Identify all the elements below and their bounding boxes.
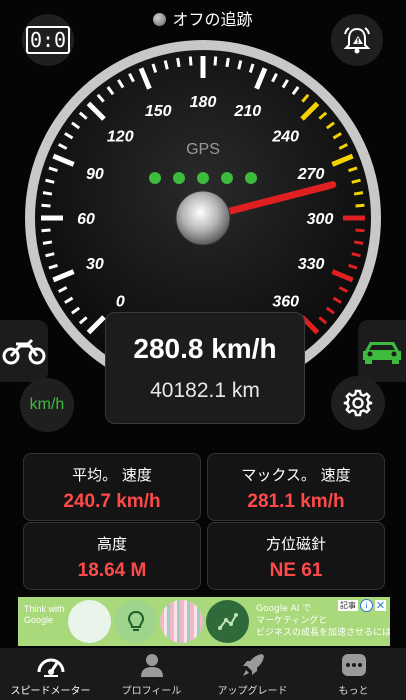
more-icon — [341, 654, 366, 676]
ad-logo: Think with Google — [24, 604, 65, 625]
gauge-tick-label: 270 — [297, 166, 325, 183]
ad-banner[interactable]: Think with Google Google AI で マーケティングと ビ… — [18, 597, 390, 646]
gauge-minor-tick — [351, 178, 361, 184]
gauge-tick-label: 300 — [307, 211, 334, 228]
speed-readout: 280.8 km/h 40182.1 km — [105, 312, 305, 424]
gauge-tick-label: 150 — [145, 103, 172, 120]
nav-profile-label: プロフィール — [121, 686, 182, 697]
gauge-minor-tick — [42, 191, 53, 196]
gauge-minor-tick — [163, 60, 169, 70]
network-icon — [217, 612, 238, 630]
car-icon — [363, 342, 401, 364]
gauge-minor-tick — [355, 203, 365, 208]
gauge-tick-label: 330 — [298, 256, 325, 273]
gauge-tick-label: 30 — [86, 256, 104, 273]
lightbulb-icon — [127, 610, 144, 631]
gauge-minor-tick — [353, 191, 364, 196]
nav-speedometer-label: スピードメーター — [10, 686, 91, 697]
gauge-tick-label: 0 — [116, 294, 125, 311]
gps-signal-dot — [245, 172, 257, 184]
gauge-minor-tick — [188, 56, 193, 66]
tracking-label: オフの追跡 — [172, 10, 253, 29]
ad-image-bulb — [114, 600, 157, 643]
gps-label: GPS — [186, 141, 220, 158]
timer-display: 0:0 — [25, 26, 71, 54]
gauge-minor-tick — [353, 240, 364, 245]
car-mode-tab[interactable] — [358, 320, 406, 382]
nav-profile[interactable]: プロフィール — [101, 648, 202, 700]
total-distance: 40182.1 km — [150, 379, 260, 402]
gps-signal-dot — [197, 172, 209, 184]
gauge-minor-tick — [213, 56, 218, 66]
gear-icon — [343, 389, 373, 417]
max-speed-card: マックス。 速度 281.1 km/h — [207, 453, 385, 521]
gauge-minor-tick — [351, 252, 361, 258]
gauge-minor-tick — [45, 178, 55, 184]
gauge-minor-tick — [355, 228, 365, 233]
gauge-tick-label: 120 — [107, 128, 134, 145]
gauge-tick-label: 210 — [233, 103, 261, 120]
bike-mode-tab[interactable] — [0, 320, 48, 382]
nav-speedometer[interactable]: スピードメーター — [0, 648, 101, 700]
gauge-minor-tick — [41, 203, 51, 208]
unit-toggle-button[interactable]: km/h — [20, 378, 74, 432]
gauge-tick-label: 180 — [190, 94, 217, 111]
gauge-minor-tick — [176, 57, 181, 68]
average-speed-value: 240.7 km/h — [63, 491, 161, 512]
gps-signal-dot — [173, 172, 185, 184]
ad-badge: 記事 i ✕ — [338, 599, 386, 612]
rocket-icon — [242, 654, 264, 676]
nav-upgrade-label: アップグレード — [217, 686, 288, 697]
speedometer-icon — [37, 658, 64, 677]
max-speed-value: 281.1 km/h — [247, 491, 345, 512]
unit-label: km/h — [29, 396, 65, 413]
gauge-minor-tick — [45, 252, 55, 258]
gauge-tick-label: 360 — [272, 294, 299, 311]
gauge-minor-tick — [237, 60, 243, 70]
gauge-tick-label: 90 — [86, 166, 104, 183]
altitude-card: 高度 18.64 M — [23, 522, 201, 590]
ad-image-chart — [206, 600, 249, 643]
nav-more[interactable]: もっと — [303, 648, 404, 700]
ad-info-icon[interactable]: i — [360, 599, 373, 612]
ad-close-icon[interactable]: ✕ — [375, 600, 386, 611]
ad-image-pencils — [160, 600, 203, 643]
gps-signal-dot — [221, 172, 233, 184]
altitude-label: 高度 — [96, 535, 127, 553]
tracking-indicator-icon — [153, 13, 167, 26]
compass-label: 方位磁針 — [265, 535, 326, 553]
nav-upgrade[interactable]: アップグレード — [202, 648, 303, 700]
gauge-tick-label: 240 — [271, 128, 299, 145]
ad-body-line1: マーケティングと — [256, 616, 328, 626]
compass-card: 方位磁針 NE 61 — [207, 522, 385, 590]
ad-badge-label: 記事 — [338, 600, 358, 611]
compass-value: NE 61 — [269, 560, 323, 581]
ad-image-binoculars — [68, 600, 111, 643]
gauge-minor-tick — [42, 240, 53, 245]
gauge-hub — [175, 190, 231, 246]
person-icon — [140, 654, 163, 677]
gauge-minor-tick — [41, 228, 51, 233]
settings-button[interactable] — [331, 376, 385, 430]
gauge-minor-tick — [225, 57, 230, 68]
gps-signal-dot — [149, 172, 161, 184]
current-speed: 280.8 km/h — [133, 333, 277, 364]
motorcycle-icon — [2, 338, 46, 365]
gauge-tick-label: 60 — [77, 211, 95, 228]
max-speed-label: マックス。 速度 — [241, 466, 351, 484]
speed-alarm-button[interactable] — [331, 14, 383, 66]
bottom-navigation: スピードメーター プロフィール アップグレード もっと — [0, 648, 406, 700]
average-speed-card: 平均。 速度 240.7 km/h — [23, 453, 201, 521]
altitude-value: 18.64 M — [77, 560, 147, 581]
timer-button[interactable]: 0:0 — [22, 14, 74, 66]
alarm-bell-icon — [343, 27, 371, 54]
ad-body-line2: ビジネスの成長を加速させるには? — [256, 628, 390, 638]
average-speed-label: 平均。 速度 — [72, 466, 152, 484]
nav-more-label: もっと — [338, 686, 369, 697]
